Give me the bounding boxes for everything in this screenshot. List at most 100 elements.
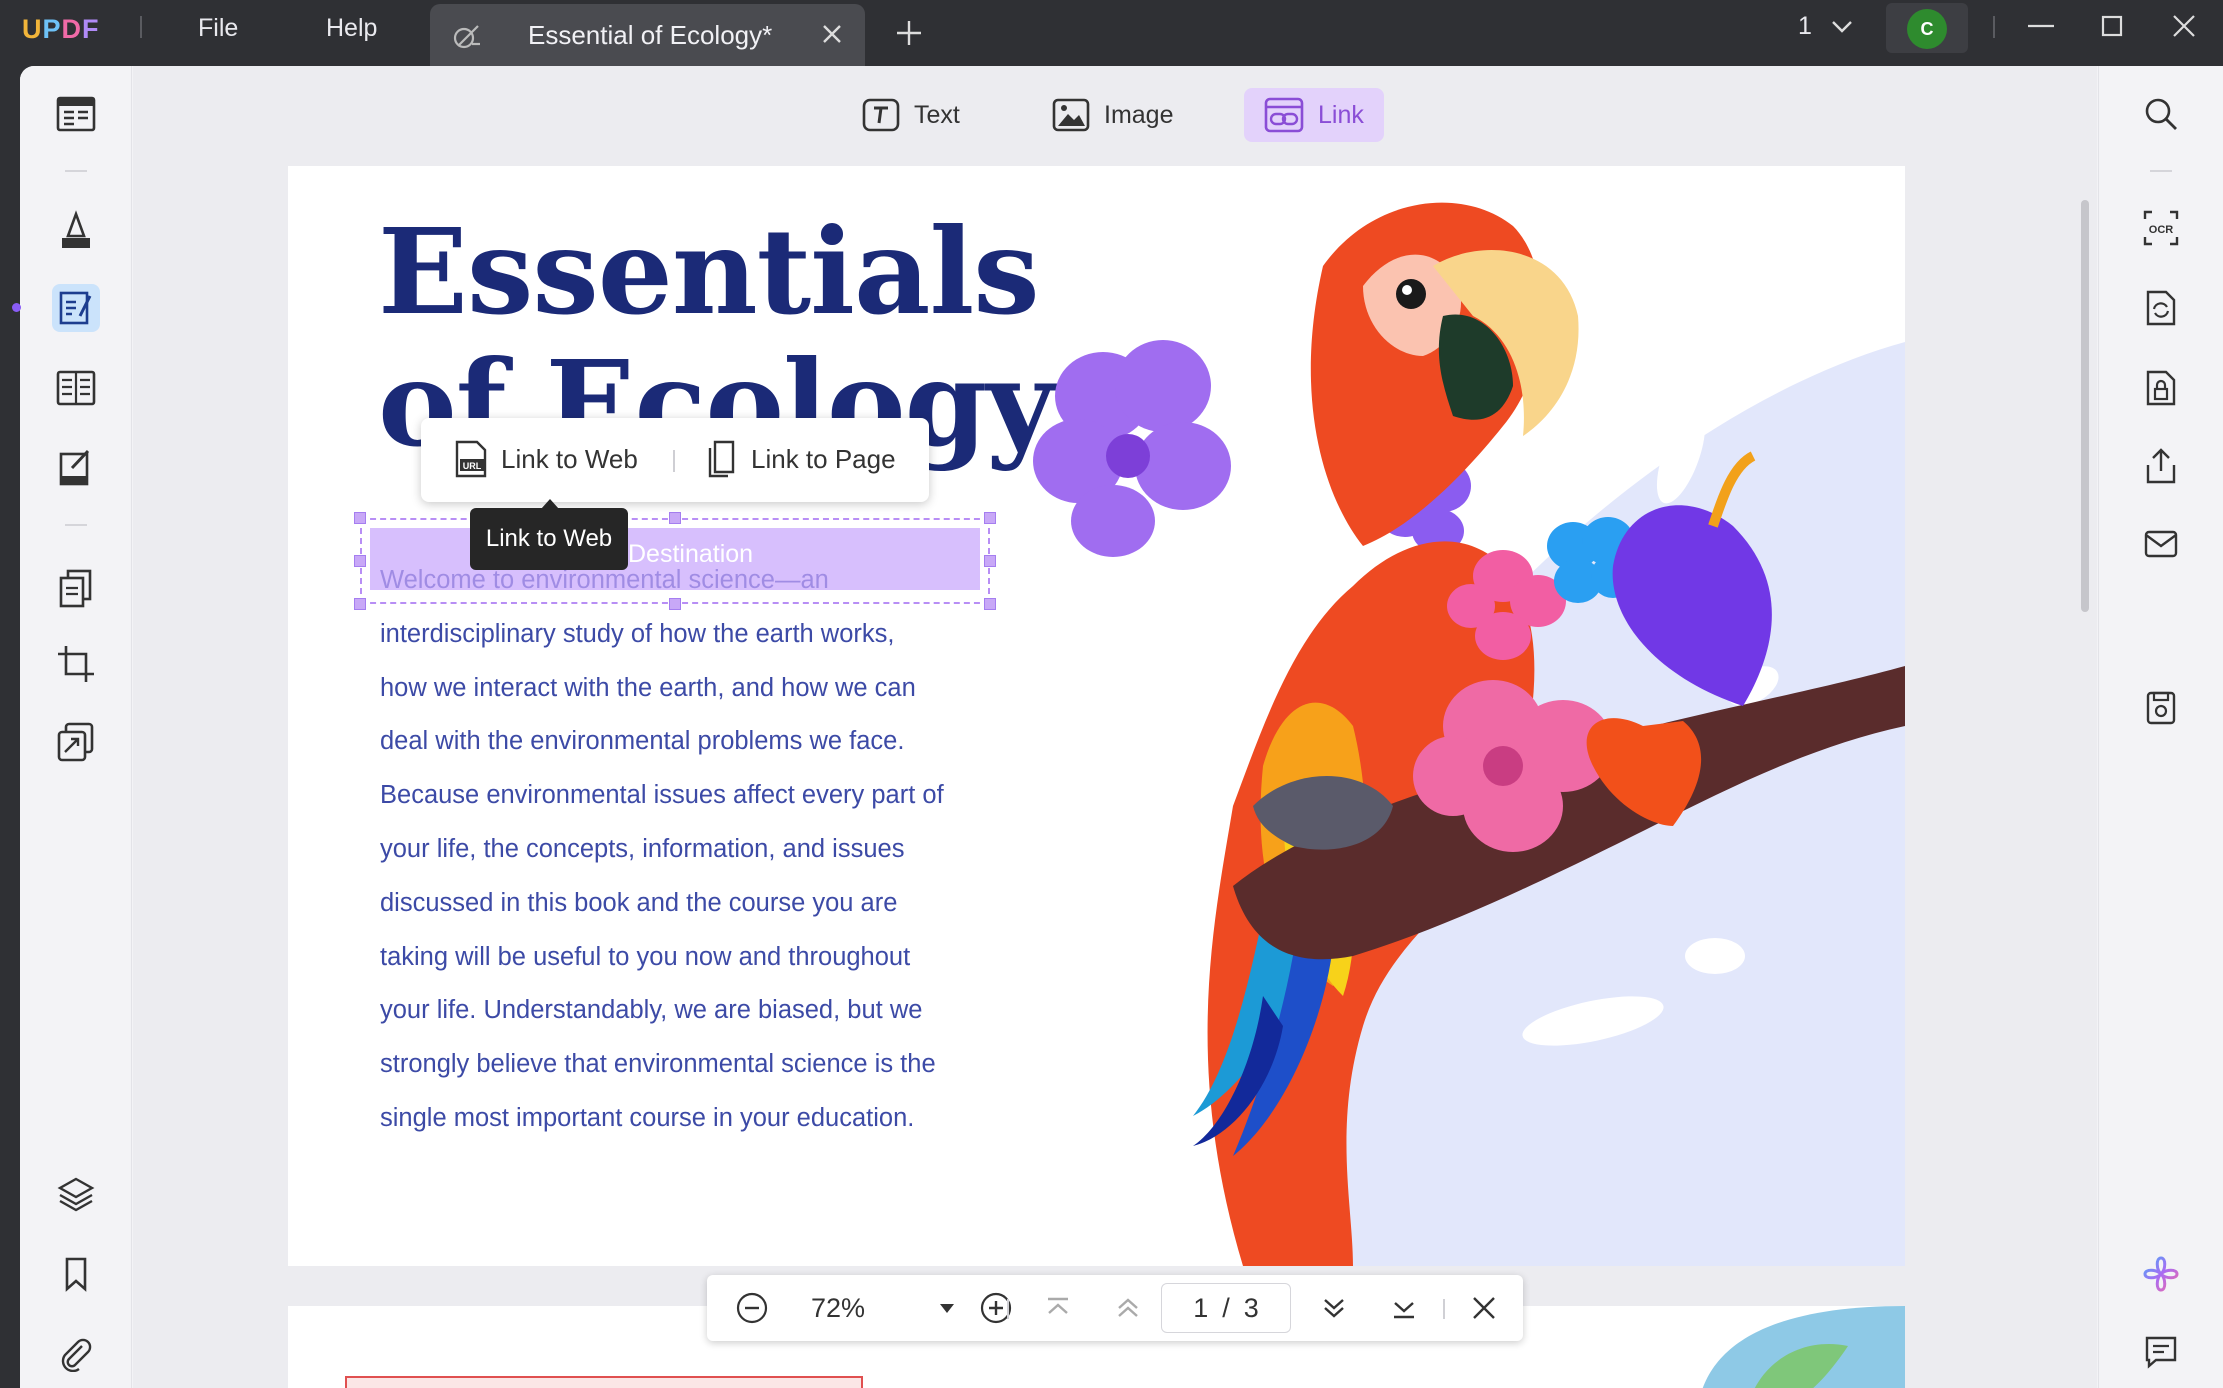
- resize-handle[interactable]: [669, 512, 681, 524]
- url-icon: URL: [455, 440, 487, 478]
- divider: [2150, 170, 2172, 172]
- previous-page-button[interactable]: [1103, 1275, 1153, 1341]
- attachment-icon[interactable]: [52, 1330, 100, 1378]
- convert-icon[interactable]: [2137, 284, 2185, 332]
- zoom-out-button[interactable]: [725, 1275, 779, 1341]
- body-line: Because environmental issues affect ever…: [380, 781, 944, 810]
- first-page-button[interactable]: [1033, 1275, 1083, 1341]
- menu-help[interactable]: Help: [326, 14, 377, 43]
- body-line: discussed in this book and the course yo…: [380, 888, 898, 917]
- crop-pages-icon[interactable]: [52, 640, 100, 688]
- zoom-level-select[interactable]: 72%: [797, 1275, 967, 1341]
- close-tab-icon[interactable]: [818, 20, 846, 53]
- last-page-button[interactable]: [1379, 1275, 1429, 1341]
- link-icon: [1264, 97, 1304, 133]
- dropdown-icon: [940, 1304, 954, 1313]
- page-2-box: [345, 1376, 863, 1388]
- add-link-button[interactable]: Link: [1244, 88, 1384, 142]
- reader-mode-icon[interactable]: [52, 90, 100, 138]
- fill-sign-icon[interactable]: [52, 444, 100, 492]
- title-bar: UPDF File Help Essential of Ecology* 1 C: [0, 0, 2223, 66]
- ocr-icon[interactable]: OCR: [2137, 204, 2185, 252]
- zoom-out-icon: [736, 1292, 768, 1324]
- svg-text:URL: URL: [463, 461, 482, 471]
- link-selection-box[interactable]: [360, 518, 990, 604]
- pdf-page-1: Essentials of Ecology Welcome to environ…: [288, 166, 1905, 1266]
- new-tab-icon[interactable]: [894, 18, 924, 53]
- text-icon: [862, 98, 900, 132]
- body-line: strongly believe that environmental scie…: [380, 1050, 936, 1079]
- edit-pdf-icon[interactable]: [52, 284, 100, 332]
- next-page-button[interactable]: [1309, 1275, 1359, 1341]
- divider: [1443, 1299, 1445, 1319]
- close-navigation-button[interactable]: [1459, 1275, 1509, 1341]
- globe-illustration: [1702, 1306, 1905, 1388]
- body-line: your life, the concepts, information, an…: [380, 834, 905, 863]
- first-page-icon: [1048, 1297, 1068, 1314]
- divider: [65, 170, 87, 172]
- page-tools-icon[interactable]: [52, 718, 100, 766]
- resize-handle[interactable]: [984, 512, 996, 524]
- convert-pdf-icon[interactable]: [52, 564, 100, 612]
- page-icon: [708, 440, 735, 478]
- organize-pages-icon[interactable]: [52, 364, 100, 412]
- close-icon: [1473, 1297, 1495, 1319]
- text-label: Text: [914, 100, 960, 129]
- updf-logo[interactable]: UPDF: [22, 14, 100, 45]
- ai-assistant-icon[interactable]: [2137, 1250, 2185, 1298]
- page-number-box[interactable]: 1 / 3: [1161, 1283, 1291, 1333]
- minimize-icon[interactable]: [2026, 14, 2056, 49]
- body-line: taking will be useful to you now and thr…: [380, 942, 911, 971]
- body-line: how we interact with the earth, and how …: [380, 673, 916, 702]
- resize-handle[interactable]: [354, 512, 366, 524]
- divider: [673, 450, 675, 472]
- tooltip: Link to Web: [470, 508, 628, 570]
- comment-mode-icon[interactable]: [52, 206, 100, 254]
- body-paragraph[interactable]: Welcome to environmental science—an inte…: [380, 554, 1030, 1146]
- resize-handle[interactable]: [984, 555, 996, 567]
- previous-page-icon: [1118, 1298, 1138, 1317]
- divider: [140, 16, 142, 38]
- link-to-page-button[interactable]: Link to Page: [705, 439, 896, 479]
- menu-file[interactable]: File: [198, 14, 238, 43]
- link-to-web-button[interactable]: URL Link to Web: [453, 439, 638, 479]
- image-icon: [1052, 98, 1090, 132]
- link-label: Link: [1318, 100, 1364, 129]
- divider: [1993, 16, 1995, 38]
- user-account[interactable]: C: [1886, 3, 1968, 53]
- right-sidebar: OCR: [2098, 66, 2223, 1388]
- protect-icon[interactable]: [2137, 364, 2185, 412]
- share-icon[interactable]: [2137, 442, 2185, 490]
- resize-handle[interactable]: [354, 555, 366, 567]
- chevron-down-icon: [1832, 21, 1852, 34]
- active-indicator: [12, 303, 21, 312]
- resize-handle[interactable]: [984, 598, 996, 610]
- layers-icon[interactable]: [52, 1170, 100, 1218]
- search-icon[interactable]: [2137, 90, 2185, 138]
- svg-text:OCR: OCR: [2149, 224, 2174, 236]
- resize-handle[interactable]: [354, 598, 366, 610]
- maximize-icon[interactable]: [2098, 12, 2128, 47]
- page-select[interactable]: 1: [1798, 12, 1853, 41]
- close-window-icon[interactable]: [2170, 12, 2200, 47]
- zoom-in-button[interactable]: [969, 1275, 1023, 1341]
- total-pages: 3: [1243, 1292, 1259, 1323]
- email-icon[interactable]: [2137, 520, 2185, 568]
- body-line: interdisciplinary study of how the earth…: [380, 619, 895, 648]
- bookmark-icon[interactable]: [52, 1250, 100, 1298]
- save-icon[interactable]: [2137, 684, 2185, 732]
- current-page: 1: [1193, 1292, 1209, 1323]
- parrot-illustration: [1033, 202, 1905, 1266]
- comments-panel-icon[interactable]: [2137, 1328, 2185, 1376]
- edit-mode-icon: [450, 18, 484, 57]
- divider: [1007, 1299, 1009, 1319]
- add-image-button[interactable]: Image: [1032, 88, 1193, 142]
- page-navigation-bar: 72% 1 / 3: [707, 1275, 1523, 1341]
- last-page-icon: [1394, 1302, 1414, 1319]
- resize-handle[interactable]: [669, 598, 681, 610]
- vertical-scrollbar[interactable]: [2081, 200, 2089, 612]
- add-text-button[interactable]: Text: [842, 88, 980, 142]
- avatar: C: [1907, 9, 1947, 49]
- document-tab[interactable]: Essential of Ecology*: [430, 4, 865, 66]
- body-line: deal with the environmental problems we …: [380, 727, 905, 756]
